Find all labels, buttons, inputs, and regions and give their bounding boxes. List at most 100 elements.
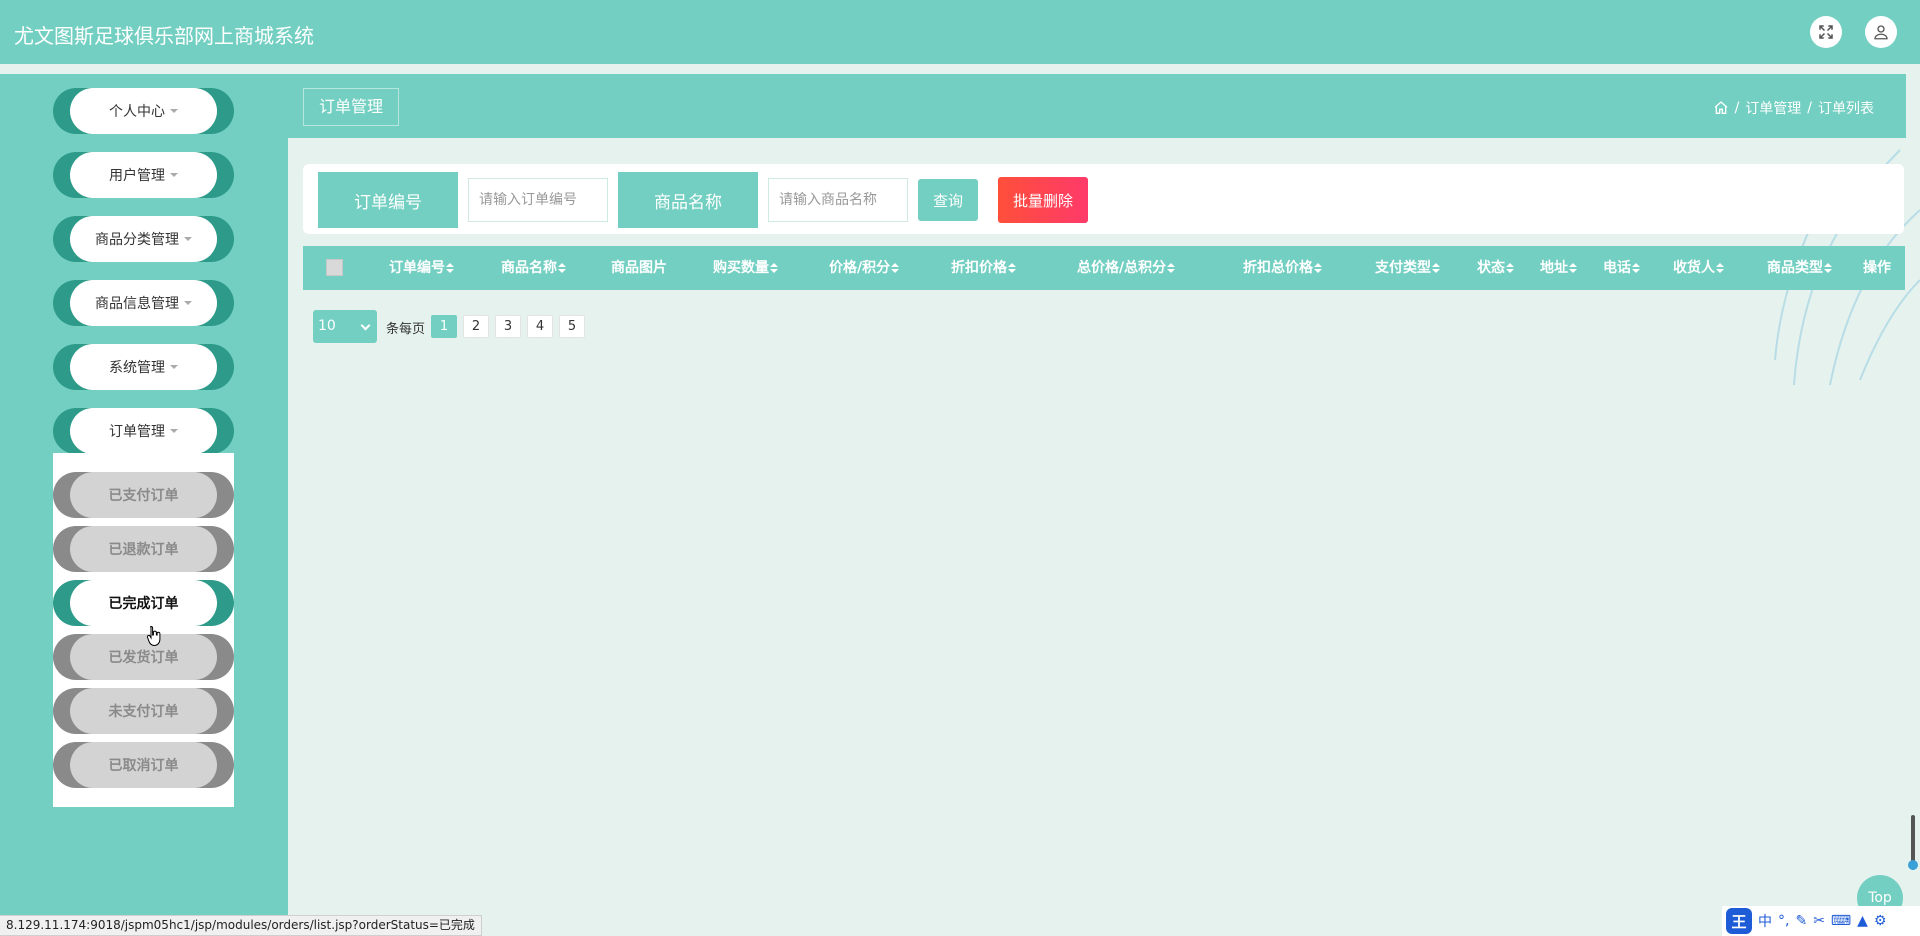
column-quantity[interactable]: 购买数量 (713, 246, 778, 290)
page-button-4[interactable]: 4 (527, 315, 553, 338)
column-address[interactable]: 地址 (1540, 246, 1577, 290)
breadcrumb-separator: / (1734, 100, 1740, 116)
breadcrumb-separator: / (1807, 100, 1812, 116)
scissors-icon[interactable]: ✂ (1813, 913, 1825, 929)
product-name-label: 商品名称 (618, 172, 758, 228)
caret-down-icon (170, 365, 178, 369)
hand-cursor-icon (146, 625, 161, 647)
column-recipient[interactable]: 收货人 (1673, 246, 1724, 290)
column-order-number[interactable]: 订单编号 (389, 246, 454, 290)
breadcrumb-item-order-management[interactable]: 订单管理 (1745, 98, 1801, 118)
scrollbar-knob[interactable] (1908, 860, 1918, 870)
column-product-name[interactable]: 商品名称 (501, 246, 566, 290)
caret-down-icon (170, 109, 178, 113)
select-all-checkbox[interactable] (326, 259, 343, 276)
top-header: 尤文图斯足球俱乐部网上商城系统 (0, 0, 1920, 64)
page-title: 订单管理 (303, 88, 400, 126)
order-number-input[interactable]: 请输入订单编号 (468, 178, 608, 222)
column-discount-total-price[interactable]: 折扣总价格 (1243, 246, 1322, 290)
sidebar-item-personal-center[interactable]: 个人中心 (53, 88, 234, 134)
submenu-item-label: 已发货订单 (70, 634, 217, 680)
submenu-item-refunded-orders[interactable]: 已退款订单 (53, 526, 234, 572)
user-icon (1874, 25, 1888, 40)
sort-icon (1314, 263, 1322, 273)
submenu-item-paid-orders[interactable]: 已支付订单 (53, 472, 234, 518)
sidebar-item-label: 用户管理 (109, 168, 165, 184)
column-payment-type[interactable]: 支付类型 (1375, 246, 1440, 290)
submenu-item-shipped-orders[interactable]: 已发货订单 (53, 634, 234, 680)
column-total-price-points[interactable]: 总价格/总积分 (1077, 246, 1176, 290)
sidebar-item-product-management[interactable]: 商品信息管理 (53, 280, 234, 326)
submenu-item-cancelled-orders[interactable]: 已取消订单 (53, 742, 234, 788)
sidebar-item-system-management[interactable]: 系统管理 (53, 344, 234, 390)
submenu-item-completed-orders[interactable]: 已完成订单 (53, 580, 234, 626)
sidebar-item-label: 系统管理 (109, 360, 165, 376)
submenu-item-label: 已退款订单 (70, 526, 217, 572)
submenu-item-label: 已完成订单 (70, 580, 217, 626)
sidebar-item-label: 商品信息管理 (95, 296, 179, 312)
search-panel: 订单编号 请输入订单编号 商品名称 请输入商品名称 查询 批量删除 (303, 164, 1904, 234)
settings-icon[interactable]: ⚙ (1874, 913, 1887, 929)
status-bar-url: 8.129.11.174:9018/jspm05hc1/jsp/modules/… (0, 915, 482, 936)
ime-mode[interactable]: 中 (1758, 911, 1772, 931)
sidebar-item-label: 个人中心 (109, 104, 165, 120)
sort-icon (1569, 263, 1577, 273)
ime-logo[interactable]: 王 (1726, 908, 1752, 934)
sort-icon (558, 263, 566, 273)
sort-icon (1632, 263, 1640, 273)
page-button-2[interactable]: 2 (463, 315, 489, 338)
caret-down-icon (170, 173, 178, 177)
home-icon[interactable] (1713, 100, 1729, 116)
page-button-1[interactable]: 1 (431, 315, 457, 338)
column-product-image: 商品图片 (611, 260, 667, 276)
sort-icon (1008, 263, 1016, 273)
breadcrumb-item-order-list: 订单列表 (1818, 101, 1874, 117)
page-size-select[interactable]: 10 (313, 310, 377, 343)
submenu-item-label: 未支付订单 (70, 688, 217, 734)
content-header: 订单管理 / 订单管理 / 订单列表 (288, 74, 1906, 138)
expand-icon (1819, 25, 1833, 39)
breadcrumb: / 订单管理 / 订单列表 (1713, 98, 1874, 118)
column-phone[interactable]: 电话 (1603, 246, 1640, 290)
page-button-3[interactable]: 3 (495, 315, 521, 338)
page-button-5[interactable]: 5 (559, 315, 585, 338)
sort-icon (1432, 263, 1440, 273)
caret-down-icon (184, 237, 192, 241)
per-page-label: 条每页 (386, 322, 426, 337)
chevron-down-icon (360, 320, 371, 331)
caret-down-icon (184, 301, 192, 305)
column-discount-price[interactable]: 折扣价格 (951, 246, 1016, 290)
product-name-input[interactable]: 请输入商品名称 (768, 178, 908, 222)
caret-down-icon (170, 429, 178, 433)
order-number-label: 订单编号 (318, 172, 458, 228)
sidebar-item-category-management[interactable]: 商品分类管理 (53, 216, 234, 262)
column-price-points[interactable]: 价格/积分 (829, 246, 900, 290)
batch-delete-button[interactable]: 批量删除 (998, 177, 1088, 223)
sort-icon (891, 263, 900, 273)
skin-icon[interactable]: ▲ (1857, 913, 1868, 929)
sidebar-item-label: 商品分类管理 (95, 232, 179, 248)
table-header: 订单编号 商品名称 商品图片 购买数量 价格/积分 折扣价格 总价格/总积分 折… (303, 246, 1905, 290)
sidebar-item-order-management[interactable]: 订单管理 (53, 408, 234, 454)
sort-icon (446, 263, 454, 273)
sidebar-item-label: 订单管理 (109, 424, 165, 440)
submenu-item-label: 已取消订单 (70, 742, 217, 788)
column-status[interactable]: 状态 (1477, 246, 1514, 290)
submenu-item-unpaid-orders[interactable]: 未支付订单 (53, 688, 234, 734)
submenu-item-label: 已支付订单 (70, 472, 217, 518)
sort-icon (1167, 263, 1176, 273)
sort-icon (770, 263, 778, 273)
sort-icon (1506, 263, 1514, 273)
app-title: 尤文图斯足球俱乐部网上商城系统 (14, 24, 314, 48)
sort-icon (1716, 263, 1724, 273)
sort-icon (1824, 263, 1832, 273)
fullscreen-button[interactable] (1810, 16, 1842, 48)
punctuation-icon[interactable]: °, (1778, 913, 1789, 929)
pen-icon[interactable]: ✎ (1795, 913, 1807, 929)
user-button[interactable] (1865, 16, 1897, 48)
query-button[interactable]: 查询 (918, 179, 978, 221)
ime-toolbar: 王 中 °, ✎ ✂ ⌨ ▲ ⚙ (1722, 906, 1920, 936)
column-product-type[interactable]: 商品类型 (1767, 246, 1832, 290)
sidebar-item-user-management[interactable]: 用户管理 (53, 152, 234, 198)
keyboard-icon[interactable]: ⌨ (1831, 913, 1851, 929)
